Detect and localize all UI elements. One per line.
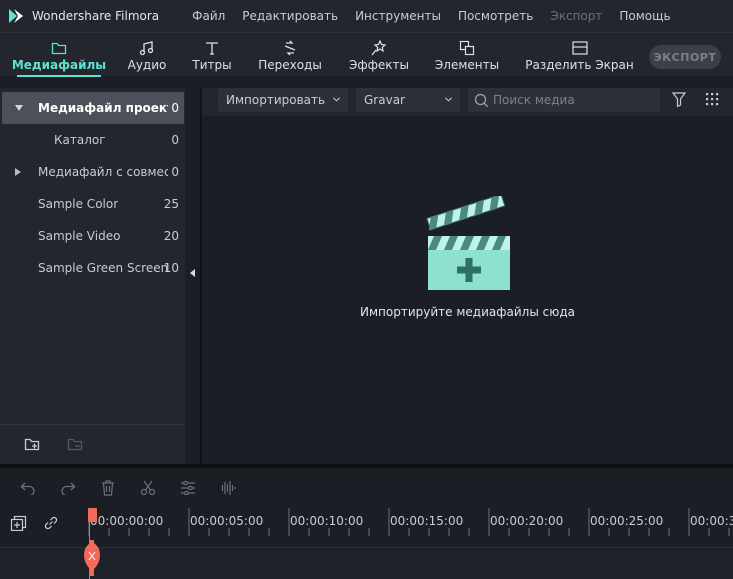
transition-icon — [282, 39, 298, 57]
timeline-track-area[interactable] — [0, 538, 733, 579]
split-screen-icon — [571, 39, 588, 57]
export-button[interactable]: ЭКСПОРТ — [649, 45, 721, 69]
clapperboard-add-icon — [420, 193, 516, 295]
sort-dropdown-label: Gravar — [364, 93, 405, 107]
sidebar-item-count: 0 — [171, 133, 179, 147]
empty-media-dropzone[interactable]: Импортируйте медиафайлы сюда — [202, 193, 733, 319]
app-title: Wondershare Filmora — [32, 9, 160, 23]
menu-view[interactable]: Посмотреть — [458, 9, 533, 23]
menu-edit[interactable]: Редактировать — [242, 9, 338, 23]
tab-audio[interactable]: Аудио — [128, 33, 166, 77]
import-dropdown[interactable]: Импортировать — [218, 88, 348, 112]
ruler-label: 00:00:10:00 — [290, 514, 364, 528]
ruler-label: 00:00:15:00 — [390, 514, 464, 528]
module-toolbar: Медиафайлы Аудио Титры Переходы Эффекты … — [0, 32, 733, 77]
ruler-label: 00:00:25:00 — [590, 514, 664, 528]
menu-bar: Файл Редактировать Инструменты Посмотрет… — [192, 9, 687, 23]
ruler-label: 00:00:20:00 — [490, 514, 564, 528]
tab-split-screen-label: Разделить Экран — [525, 58, 634, 72]
sidebar-item-catalog[interactable]: Каталог 0 — [2, 124, 184, 156]
redo-icon[interactable] — [58, 478, 78, 498]
undo-icon[interactable] — [18, 478, 38, 498]
sidebar-item-sample-color[interactable]: Sample Color 25 — [2, 188, 184, 220]
sidebar-item-label: Sample Green Screen — [38, 261, 169, 275]
title-bar: Wondershare Filmora Файл Редактировать И… — [0, 0, 733, 32]
ruler-label: 00:00:05:00 — [190, 514, 264, 528]
empty-state-text: Импортируйте медиафайлы сюда — [360, 305, 575, 319]
effects-icon — [371, 39, 387, 57]
music-note-icon — [139, 39, 155, 57]
media-sidebar: Медиафайл проекта 0 Каталог 0 Медиафайл … — [0, 88, 185, 464]
media-library-panel: Импортировать Gravar Поиск медиа Импорти… — [202, 88, 733, 464]
tab-media[interactable]: Медиафайлы — [12, 33, 106, 77]
sidebar-footer — [0, 424, 185, 464]
timeline-ruler[interactable]: 00:00:00:00 00:00:05:00 00:00:10:00 00:0… — [0, 508, 733, 538]
tab-transitions[interactable]: Переходы — [258, 33, 322, 77]
folder-icon — [51, 39, 67, 57]
menu-tools[interactable]: Инструменты — [355, 9, 441, 23]
tab-audio-label: Аудио — [127, 58, 167, 72]
tab-titles[interactable]: Титры — [192, 33, 232, 77]
filmora-logo-icon — [9, 9, 23, 23]
scissors-icon[interactable] — [138, 478, 158, 498]
tab-media-label: Медиафайлы — [11, 58, 107, 72]
sidebar-item-label: Sample Video — [38, 229, 121, 243]
sidebar-item-label: Каталог — [54, 133, 106, 147]
video-track[interactable] — [0, 548, 733, 579]
sort-dropdown[interactable]: Gravar — [356, 88, 460, 112]
tab-effects[interactable]: Эффекты — [349, 33, 409, 77]
elements-icon — [459, 39, 475, 57]
collapse-left-icon[interactable] — [190, 269, 195, 277]
timeline-toolbar — [0, 468, 733, 508]
sidebar-item-count: 20 — [163, 229, 179, 243]
sidebar-item-count: 25 — [163, 197, 179, 211]
sidebar-item-count: 0 — [171, 101, 179, 115]
tab-titles-label: Титры — [192, 58, 232, 72]
scissors-cut-marker-icon[interactable] — [84, 540, 100, 579]
text-icon — [205, 39, 219, 57]
menu-help[interactable]: Помощь — [619, 9, 670, 23]
filter-icon[interactable] — [671, 92, 687, 110]
sidebar-item-sample-video[interactable]: Sample Video 20 — [2, 220, 184, 252]
tab-elements-label: Элементы — [434, 58, 500, 72]
chevron-down-icon — [445, 97, 452, 102]
remove-folder-icon — [67, 437, 84, 455]
sidebar-item-count: 0 — [171, 165, 179, 179]
ruler-label: 00:00:00:00 — [90, 514, 164, 528]
sidebar-item-label: Sample Color — [38, 197, 119, 211]
sidebar-item-project-media[interactable]: Медиафайл проекта 0 — [2, 92, 184, 124]
tab-split-screen[interactable]: Разделить Экран — [525, 33, 634, 77]
tab-elements[interactable]: Элементы — [434, 33, 500, 77]
import-dropdown-label: Импортировать — [226, 93, 326, 107]
sidebar-item-sample-green-screen[interactable]: Sample Green Screen 10 — [2, 252, 184, 284]
menu-export: Экспорт — [550, 9, 603, 23]
search-input[interactable] — [493, 93, 653, 107]
sidebar-item-label: Медиафайл с совместного — [38, 165, 168, 179]
media-search-box[interactable] — [468, 88, 660, 112]
tab-effects-label: Эффекты — [349, 58, 409, 72]
sidebar-item-label: Медиафайл проекта — [38, 101, 168, 115]
sidebar-item-count: 10 — [163, 261, 179, 275]
delete-icon[interactable] — [98, 478, 118, 498]
chevron-down-icon — [333, 97, 340, 102]
expand-arrow-icon[interactable] — [15, 105, 23, 111]
adjust-icon[interactable] — [178, 478, 198, 498]
media-filter-bar: Импортировать Gravar — [202, 88, 733, 116]
collapse-arrow-icon[interactable] — [15, 168, 21, 176]
sidebar-item-shared-media[interactable]: Медиафайл с совместного 0 — [2, 156, 184, 188]
new-folder-icon[interactable] — [24, 437, 41, 455]
audio-waveform-icon[interactable] — [218, 478, 238, 498]
grid-view-icon[interactable] — [705, 92, 719, 109]
menu-file[interactable]: Файл — [192, 9, 225, 23]
ruler-label: 00:00:30:00 — [690, 514, 733, 528]
tab-transitions-label: Переходы — [258, 58, 322, 72]
sidebar-collapse-handle[interactable] — [186, 88, 200, 464]
search-icon — [474, 93, 489, 107]
